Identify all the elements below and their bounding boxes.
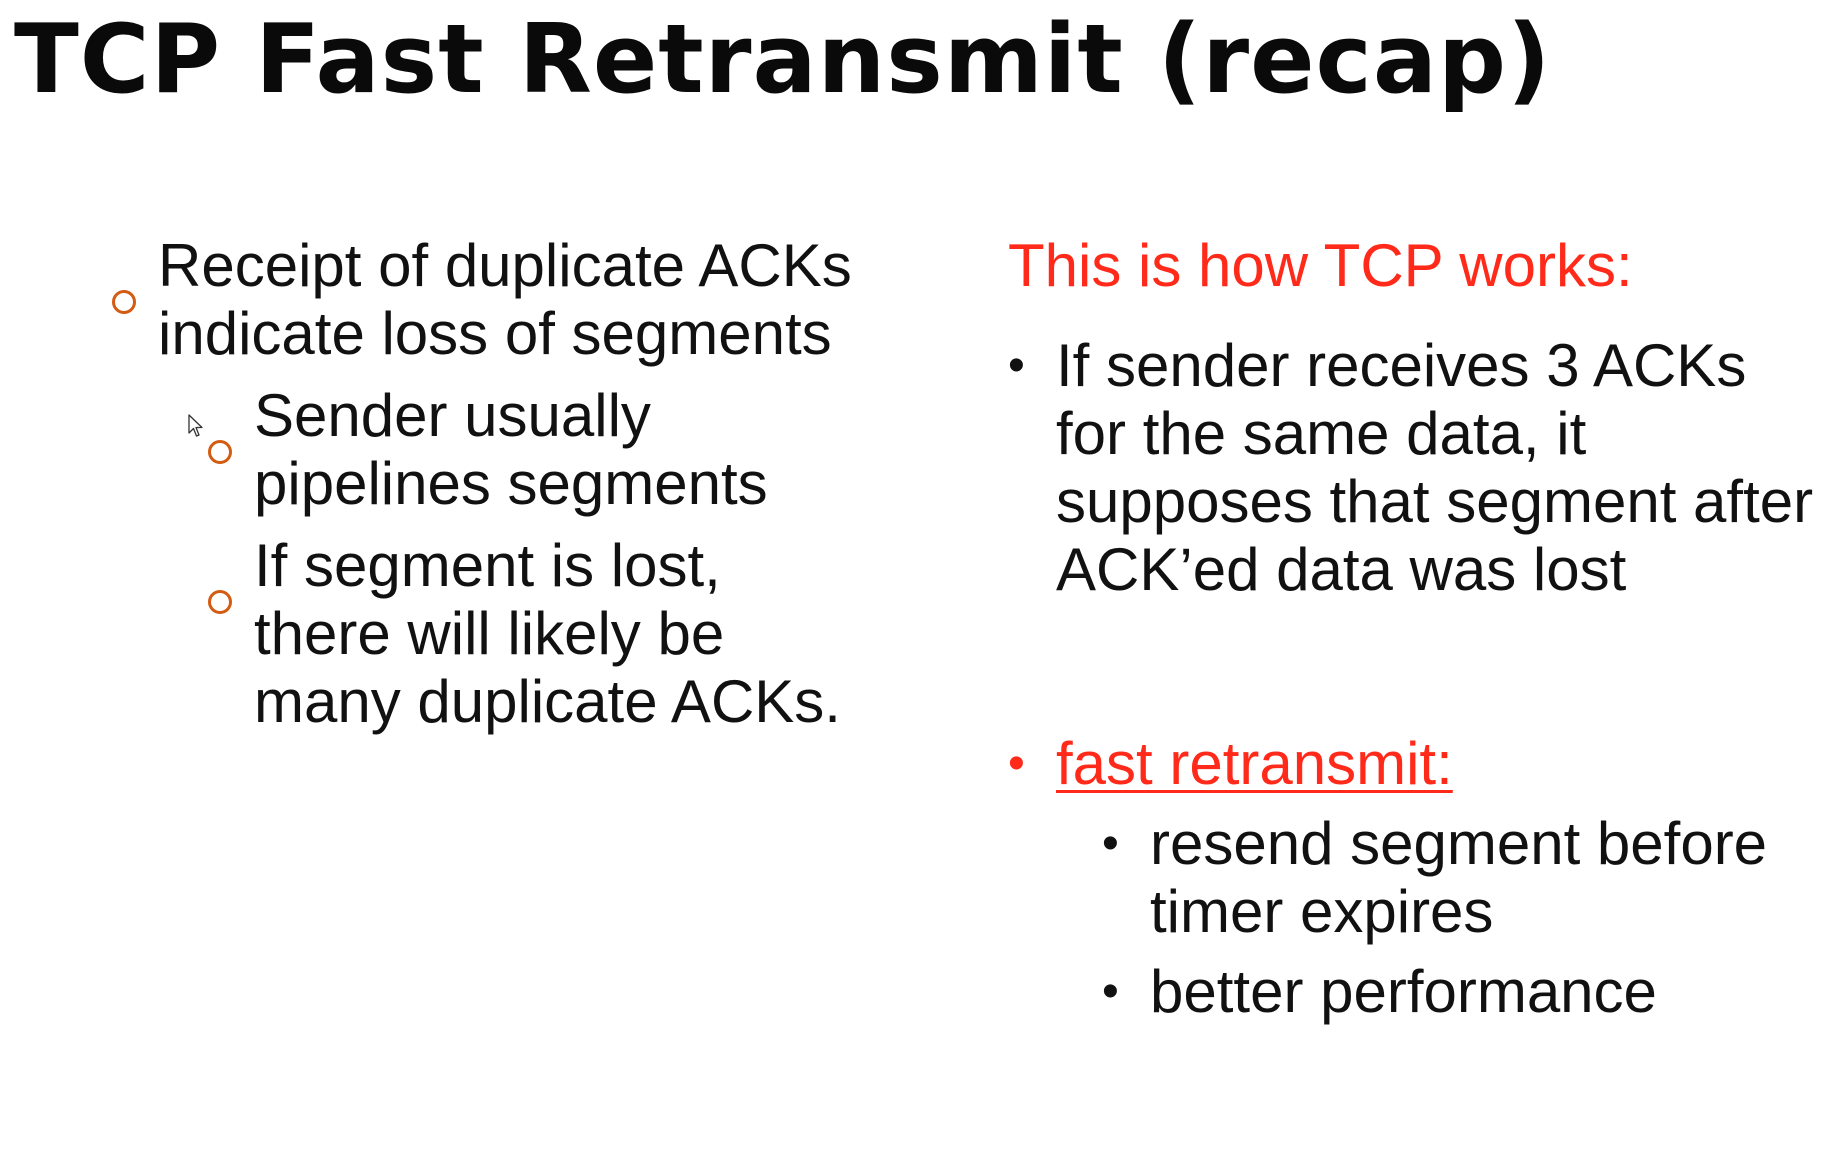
right-column: This is how TCP works: • If sender recei… xyxy=(1008,232,1828,1026)
fast-retransmit-label: fast retransmit: xyxy=(1056,730,1453,797)
left-column: Receipt of duplicate ACKs indicate loss … xyxy=(112,232,872,736)
dot-icon: • xyxy=(1008,339,1025,392)
right-subbullet-performance-text: better performance xyxy=(1150,958,1657,1025)
left-bullet-main-text: Receipt of duplicate ACKs indicate loss … xyxy=(158,232,852,367)
hollow-circle-icon xyxy=(112,260,136,328)
left-subbullet-pipelining-text: Sender usually pipelines segments xyxy=(254,382,768,517)
right-subbullet-resend-text: resend segment before timer expires xyxy=(1150,810,1768,945)
slide-title: TCP Fast Retransmit (recap) xyxy=(14,5,1552,115)
hollow-circle-icon xyxy=(208,410,232,478)
left-subbullet-lost-segment-text: If segment is lost, there will likely be… xyxy=(254,532,841,735)
right-bullet-three-acks-text: If sender receives 3 ACKs for the same d… xyxy=(1056,332,1814,603)
left-bullet-main: Receipt of duplicate ACKs indicate loss … xyxy=(112,232,872,368)
dot-icon: • xyxy=(1102,817,1119,870)
right-bullet-three-acks: • If sender receives 3 ACKs for the same… xyxy=(1008,332,1828,604)
left-subbullet-pipelining: Sender usually pipelines segments xyxy=(112,382,872,518)
mouse-cursor-icon xyxy=(188,414,203,437)
hollow-circle-icon xyxy=(208,560,232,628)
right-heading: This is how TCP works: xyxy=(1008,232,1633,299)
right-subbullet-performance: • better performance xyxy=(1008,958,1828,1026)
left-subbullet-lost-segment: If segment is lost, there will likely be… xyxy=(112,532,872,736)
dot-icon: • xyxy=(1008,737,1025,790)
right-bullet-fast-retransmit: • fast retransmit: xyxy=(1008,730,1828,798)
dot-icon: • xyxy=(1102,965,1119,1018)
right-subbullet-resend: • resend segment before timer expires xyxy=(1008,810,1828,946)
